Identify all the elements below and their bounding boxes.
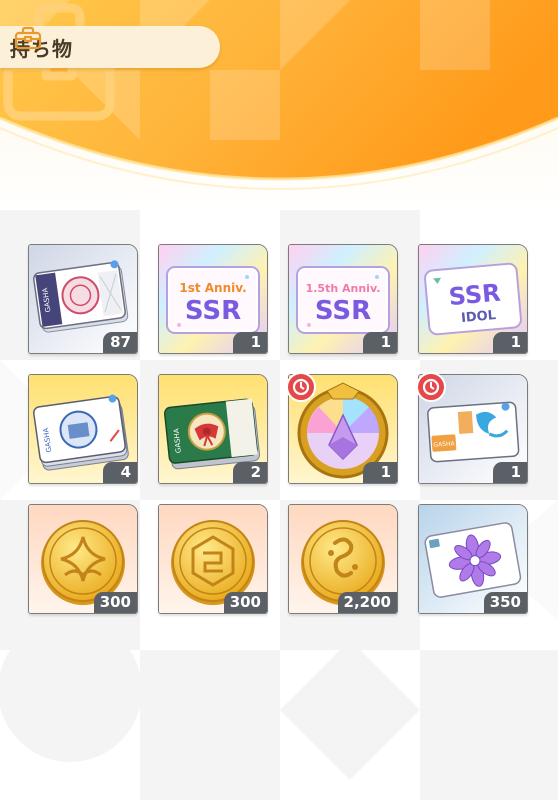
item-count: 350 xyxy=(483,592,527,613)
item-count: 4 xyxy=(103,462,137,483)
clock-badge xyxy=(416,372,446,402)
clock-icon xyxy=(292,378,310,396)
ticket-label-top: 1st Anniv. xyxy=(179,281,246,295)
clock-badge xyxy=(286,372,316,402)
header-banner: 持ち物 xyxy=(0,0,558,210)
item-count: 2,200 xyxy=(337,592,397,613)
item-count: 2 xyxy=(233,462,267,483)
page-title-bar: 持ち物 xyxy=(0,26,220,68)
item-flower-card[interactable]: 350 xyxy=(418,504,528,614)
item-count: 87 xyxy=(103,332,137,353)
item-count: 300 xyxy=(223,592,267,613)
item-count: 1 xyxy=(493,332,527,353)
ticket-label-main: SSR xyxy=(315,296,371,326)
item-ssr-idol-ticket[interactable]: SSR IDOL 1 xyxy=(418,244,528,354)
ticket-label-sub: IDOL xyxy=(461,308,497,326)
item-1st-anniv-ssr-ticket[interactable]: 1st Anniv. SSR 1 xyxy=(158,244,268,354)
ticket-label-main: SSR xyxy=(185,296,241,326)
item-gasha-ticket-pink[interactable]: GASHA 87 xyxy=(28,244,138,354)
ticket-label-main: SSR xyxy=(448,279,502,311)
bag-icon xyxy=(14,26,42,50)
clock-icon xyxy=(422,378,440,396)
item-gasha-ticket-blue[interactable]: GASHA 4 xyxy=(28,374,138,484)
item-count: 1 xyxy=(233,332,267,353)
item-gold-coin-hexagon[interactable]: 300 xyxy=(158,504,268,614)
item-count: 1 xyxy=(363,462,397,483)
item-count: 1 xyxy=(363,332,397,353)
ticket-label-top: 1.5th Anniv. xyxy=(306,282,381,295)
item-gold-coin-sparkle[interactable]: 300 xyxy=(28,504,138,614)
item-christmas-gasha-ticket[interactable]: GASHA 2 xyxy=(158,374,268,484)
item-1-5th-anniv-ssr-ticket[interactable]: 1.5th Anniv. SSR 1 xyxy=(288,244,398,354)
item-count: 300 xyxy=(93,592,137,613)
item-gold-coin-note[interactable]: 2,200 xyxy=(288,504,398,614)
item-count: 1 xyxy=(493,462,527,483)
